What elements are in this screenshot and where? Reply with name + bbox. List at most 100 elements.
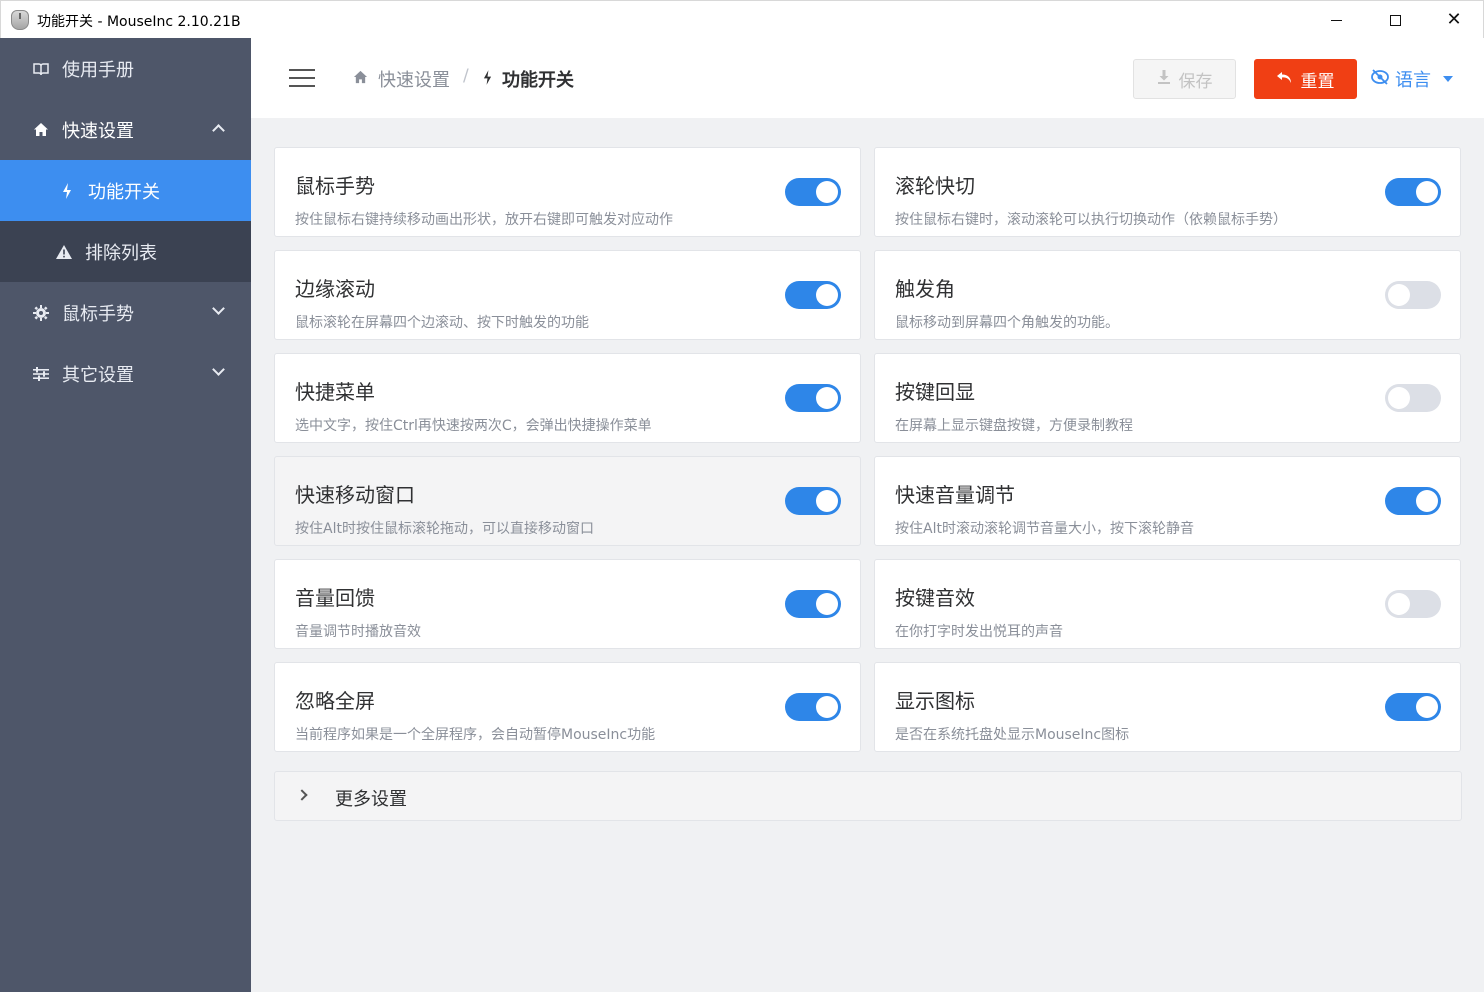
- feature-description: 在屏幕上显示键盘按键，方便录制教程: [895, 418, 1133, 434]
- feature-description: 按住Alt时滚动滚轮调节音量大小，按下滚轮静音: [895, 521, 1194, 537]
- sidebar-item-exclusion-list[interactable]: 排除列表: [0, 221, 251, 282]
- minimize-button[interactable]: [1313, 1, 1359, 39]
- sidebar: 使用手册 快速设置 功能开关 排除列表 鼠标手势 其它设置: [0, 38, 251, 992]
- language-icon: [1371, 69, 1389, 89]
- sidebar-item-quick-settings[interactable]: 快速设置: [0, 99, 251, 160]
- save-button[interactable]: 保存: [1133, 59, 1236, 99]
- reset-button[interactable]: 重置: [1254, 59, 1357, 99]
- sidebar-item-manual[interactable]: 使用手册: [0, 38, 251, 99]
- feature-card: 音量回馈音量调节时播放音效: [274, 559, 861, 649]
- close-icon: ✕: [1446, 9, 1462, 30]
- feature-card: 滚轮快切按住鼠标右键时，滚动滚轮可以执行切换动作（依赖鼠标手势）: [874, 147, 1461, 237]
- breadcrumb-separator: /: [463, 66, 469, 86]
- home-icon: [32, 121, 50, 139]
- title-bar: 功能开关 - MouseInc 2.10.21B ✕: [0, 0, 1484, 38]
- chevron-right-icon: [296, 789, 308, 801]
- main-content: 鼠标手势 按住鼠标右键持续移动画出形状，放开右键即可触发对应动作 滚轮快切 按住鼠标右…: [251, 118, 1484, 992]
- feature-title: 忽略全屏: [295, 689, 375, 713]
- feature-card: 鼠标手势 按住鼠标右键持续移动画出形状，放开右键即可触发对应动作: [274, 147, 861, 237]
- app-mouse-icon: [11, 10, 29, 30]
- feature-card: 快速音量调节按住Alt时滚动滚轮调节音量大小，按下滚轮静音: [874, 456, 1461, 546]
- chevron-up-icon: [212, 124, 225, 137]
- sidebar-item-feature-switch[interactable]: 功能开关: [0, 160, 251, 221]
- breadcrumb-current: 功能开关: [483, 66, 574, 92]
- feature-toggle-switch[interactable]: [785, 590, 841, 618]
- language-label: 语言: [1395, 70, 1431, 91]
- feature-title: 鼠标手势: [295, 174, 375, 198]
- save-label: 保存: [1178, 71, 1213, 92]
- feature-card: 按键音效在你打字时发出悦耳的声音: [874, 559, 1461, 649]
- feature-card: 边缘滚动鼠标滚轮在屏幕四个边滚动、按下时触发的功能: [274, 250, 861, 340]
- chevron-down-icon: [212, 302, 225, 315]
- feature-title: 快捷菜单: [295, 380, 375, 404]
- breadcrumb-quick-settings[interactable]: 快速设置: [353, 66, 450, 92]
- close-button[interactable]: ✕: [1431, 1, 1477, 39]
- feature-toggle-switch[interactable]: [1385, 487, 1441, 515]
- feature-card: 触发角鼠标移动到屏幕四个角触发的功能。: [874, 250, 1461, 340]
- feature-description: 按住Alt时按住鼠标滚轮拖动，可以直接移动窗口: [295, 521, 594, 537]
- chevron-down-icon: [212, 363, 225, 376]
- feature-toggle-switch[interactable]: [1385, 590, 1441, 618]
- feature-title: 按键音效: [895, 586, 975, 610]
- book-icon: [32, 60, 50, 78]
- feature-card: 忽略全屏当前程序如果是一个全屏程序，会自动暂停MouseInc功能: [274, 662, 861, 752]
- bolt-icon: [483, 69, 492, 89]
- feature-description: 选中文字，按住Ctrl再快速按两次C，会弹出快捷操作菜单: [295, 418, 652, 434]
- feature-title: 滚轮快切: [895, 174, 975, 198]
- feature-title: 音量回馈: [295, 586, 375, 610]
- sidebar-item-label: 其它设置: [62, 364, 134, 386]
- feature-description: 鼠标滚轮在屏幕四个边滚动、按下时触发的功能: [295, 315, 589, 331]
- feature-toggle-switch[interactable]: [785, 693, 841, 721]
- bolt-icon: [58, 182, 76, 200]
- gear-icon: [32, 304, 50, 322]
- warning-icon: [55, 243, 73, 261]
- feature-description: 鼠标移动到屏幕四个角触发的功能。: [895, 315, 1119, 331]
- feature-title: 按键回显: [895, 380, 975, 404]
- sidebar-item-mouse-gesture[interactable]: 鼠标手势: [0, 282, 251, 343]
- feature-toggle-switch[interactable]: [1385, 281, 1441, 309]
- feature-toggle-switch[interactable]: [785, 178, 841, 206]
- maximize-button[interactable]: [1372, 1, 1418, 39]
- feature-title: 边缘滚动: [295, 277, 375, 301]
- sidebar-item-label: 使用手册: [62, 59, 134, 81]
- breadcrumb-label: 功能开关: [502, 70, 574, 91]
- sidebar-item-label: 功能开关: [88, 181, 160, 203]
- feature-description: 是否在系统托盘处显示MouseInc图标: [895, 727, 1130, 743]
- window-title: 功能开关 - MouseInc 2.10.21B: [37, 14, 241, 30]
- home-icon: [353, 70, 368, 88]
- feature-title: 快速移动窗口: [295, 483, 415, 507]
- more-settings-collapse[interactable]: 更多设置: [274, 771, 1462, 821]
- feature-toggle-switch[interactable]: [1385, 693, 1441, 721]
- minimize-icon: [1330, 19, 1342, 21]
- sidebar-item-label: 排除列表: [85, 242, 157, 264]
- feature-toggle-switch[interactable]: [1385, 384, 1441, 412]
- breadcrumb-label: 快速设置: [378, 70, 450, 91]
- sidebar-item-other-settings[interactable]: 其它设置: [0, 343, 251, 404]
- menu-toggle-button[interactable]: [289, 69, 315, 87]
- more-settings-label: 更多设置: [335, 789, 407, 810]
- header: 快速设置 / 功能开关 保存 重置 语言: [251, 38, 1484, 118]
- sliders-icon: [32, 365, 50, 383]
- feature-description: 按住鼠标右键时，滚动滚轮可以执行切换动作（依赖鼠标手势）: [895, 212, 1287, 228]
- feature-toggle-switch[interactable]: [1385, 178, 1441, 206]
- feature-description: 当前程序如果是一个全屏程序，会自动暂停MouseInc功能: [295, 727, 656, 743]
- feature-description: 在你打字时发出悦耳的声音: [895, 624, 1063, 640]
- sidebar-item-label: 鼠标手势: [62, 303, 134, 325]
- undo-icon: [1276, 70, 1293, 88]
- maximize-icon: [1389, 14, 1401, 26]
- download-icon: [1157, 70, 1171, 88]
- feature-card: 按键回显在屏幕上显示键盘按键，方便录制教程: [874, 353, 1461, 443]
- feature-title: 显示图标: [895, 689, 975, 713]
- feature-toggle-switch[interactable]: [785, 384, 841, 412]
- feature-title: 快速音量调节: [895, 483, 1015, 507]
- feature-toggle-switch[interactable]: [785, 281, 841, 309]
- language-dropdown[interactable]: 语言: [1371, 66, 1453, 92]
- feature-title: 触发角: [895, 277, 955, 301]
- sidebar-item-label: 快速设置: [62, 120, 134, 142]
- feature-card: 快捷菜单选中文字，按住Ctrl再快速按两次C，会弹出快捷操作菜单: [274, 353, 861, 443]
- feature-toggle-switch[interactable]: [785, 487, 841, 515]
- feature-card: 快速移动窗口按住Alt时按住鼠标滚轮拖动，可以直接移动窗口: [274, 456, 861, 546]
- caret-down-icon: [1443, 76, 1453, 82]
- reset-label: 重置: [1300, 71, 1335, 92]
- feature-description: 音量调节时播放音效: [295, 624, 421, 640]
